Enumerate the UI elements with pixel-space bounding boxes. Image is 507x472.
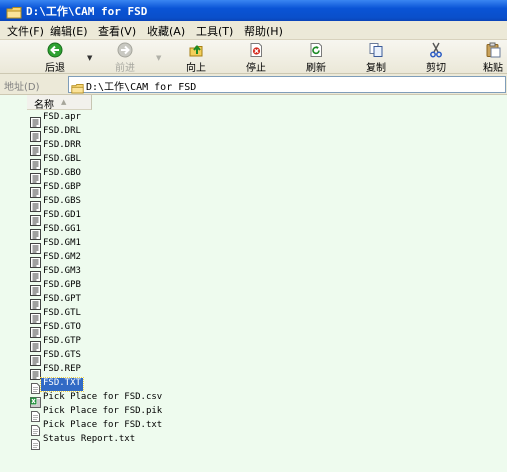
doc-lines-icon: [30, 253, 41, 268]
column-header-label: 名称: [34, 100, 54, 111]
cut-label: 剪切: [426, 63, 446, 74]
forward-button[interactable]: 前进: [107, 42, 143, 74]
file-name: Pick Place for FSD.txt: [43, 420, 163, 430]
address-bar: 地址(D) D:\工作\CAM for FSD: [0, 74, 507, 95]
stop-icon: [250, 43, 262, 57]
doc-lines-icon: [30, 211, 41, 226]
file-name: Status Report.txt: [43, 434, 136, 444]
text-file-icon: [30, 379, 41, 394]
file-name: FSD.GTS: [43, 350, 81, 360]
doc-lines-icon: [30, 225, 41, 240]
file-name: FSD.GD1: [43, 210, 81, 220]
up-folder-icon: [189, 44, 203, 57]
file-name: FSD.DRL: [43, 126, 81, 136]
file-name: FSD.GPT: [43, 294, 81, 304]
address-label: 地址(D): [4, 82, 40, 93]
menu-favorites[interactable]: 收藏(A): [147, 23, 185, 39]
doc-lines-icon: [30, 365, 41, 380]
title-bar[interactable]: D:\工作\CAM for FSD: [0, 0, 507, 21]
spreadsheet-icon: [30, 393, 41, 408]
menu-view[interactable]: 查看(V): [98, 23, 136, 39]
menu-tools[interactable]: 工具(T): [196, 23, 233, 39]
menu-bar: 文件(F) 编辑(E) 查看(V) 收藏(A) 工具(T) 帮助(H): [0, 21, 507, 40]
up-button[interactable]: 向上: [178, 42, 214, 74]
doc-lines-icon: [30, 127, 41, 142]
file-name: FSD.GG1: [43, 224, 81, 234]
paste-icon: [486, 42, 501, 58]
back-dropdown-icon[interactable]: ▼: [87, 54, 92, 62]
forward-dropdown-icon[interactable]: ▼: [156, 54, 161, 62]
text-file-icon: [30, 407, 41, 422]
window-title: D:\工作\CAM for FSD: [26, 5, 148, 18]
doc-lines-icon: [30, 337, 41, 352]
forward-label: 前进: [115, 63, 135, 74]
address-path: D:\工作\CAM for FSD: [86, 82, 197, 93]
file-name: Pick Place for FSD.pik: [43, 406, 163, 416]
doc-lines-icon: [30, 295, 41, 310]
doc-lines-icon: [30, 113, 41, 128]
doc-lines-icon: [30, 323, 41, 338]
cut-button[interactable]: 剪切: [418, 42, 454, 74]
doc-lines-icon: [30, 267, 41, 282]
file-name: FSD.GBP: [43, 182, 81, 192]
file-name: FSD.GBS: [43, 196, 81, 206]
file-list-pane[interactable]: 名称 ▲ FSD.apr FSD.DRL FSD.DRR FSD.GBL FSD.GBO…: [0, 95, 507, 472]
file-name: FSD.GTO: [43, 322, 81, 332]
toolbar: 后退 ▼ 前进 ▼ 向上 停止 刷新 复制 剪切 粘贴: [0, 40, 507, 74]
scissors-icon: [430, 42, 442, 58]
doc-lines-icon: [30, 155, 41, 170]
file-name: Pick Place for FSD.csv: [43, 392, 163, 402]
paste-label: 粘贴: [483, 63, 503, 74]
file-name: FSD.TXT: [40, 377, 84, 392]
refresh-icon: [310, 43, 322, 57]
doc-lines-icon: [30, 239, 41, 254]
doc-lines-icon: [30, 141, 41, 156]
text-file-icon: [30, 435, 41, 450]
column-header-name[interactable]: 名称 ▲: [27, 95, 92, 111]
copy-button[interactable]: 复制: [358, 42, 394, 74]
copy-icon: [369, 43, 383, 57]
menu-file[interactable]: 文件(F): [7, 23, 44, 39]
back-arrow-icon: [47, 42, 63, 58]
forward-arrow-icon: [117, 42, 133, 58]
file-name: FSD.DRR: [43, 140, 81, 150]
doc-lines-icon: [30, 309, 41, 324]
stop-label: 停止: [246, 63, 266, 74]
file-name: FSD.GBO: [43, 168, 81, 178]
refresh-label: 刷新: [306, 63, 326, 74]
file-name: FSD.REP: [43, 364, 81, 374]
back-label: 后退: [45, 63, 65, 74]
menu-edit[interactable]: 编辑(E): [50, 23, 88, 39]
explorer-window: D:\工作\CAM for FSD 文件(F) 编辑(E) 查看(V) 收藏(A…: [0, 0, 507, 472]
doc-lines-icon: [30, 183, 41, 198]
file-name: FSD.GTP: [43, 336, 81, 346]
up-label: 向上: [186, 63, 206, 74]
doc-lines-icon: [30, 281, 41, 296]
file-name: FSD.GBL: [43, 154, 81, 164]
refresh-button[interactable]: 刷新: [298, 42, 334, 74]
file-name: FSD.GM3: [43, 266, 81, 276]
stop-button[interactable]: 停止: [238, 42, 274, 74]
file-name: FSD.GM1: [43, 238, 81, 248]
back-button[interactable]: 后退: [37, 42, 73, 74]
sort-ascending-icon: ▲: [61, 98, 67, 106]
doc-lines-icon: [30, 169, 41, 184]
doc-lines-icon: [30, 351, 41, 366]
menu-help[interactable]: 帮助(H): [244, 23, 283, 39]
copy-label: 复制: [366, 63, 386, 74]
doc-lines-icon: [30, 197, 41, 212]
file-name: FSD.GPB: [43, 280, 81, 290]
file-name: FSD.GM2: [43, 252, 81, 262]
file-name: FSD.apr: [43, 112, 81, 122]
file-name: FSD.GTL: [43, 308, 81, 318]
text-file-icon: [30, 421, 41, 436]
address-input[interactable]: D:\工作\CAM for FSD: [68, 76, 506, 94]
paste-button[interactable]: 粘贴: [477, 42, 507, 74]
